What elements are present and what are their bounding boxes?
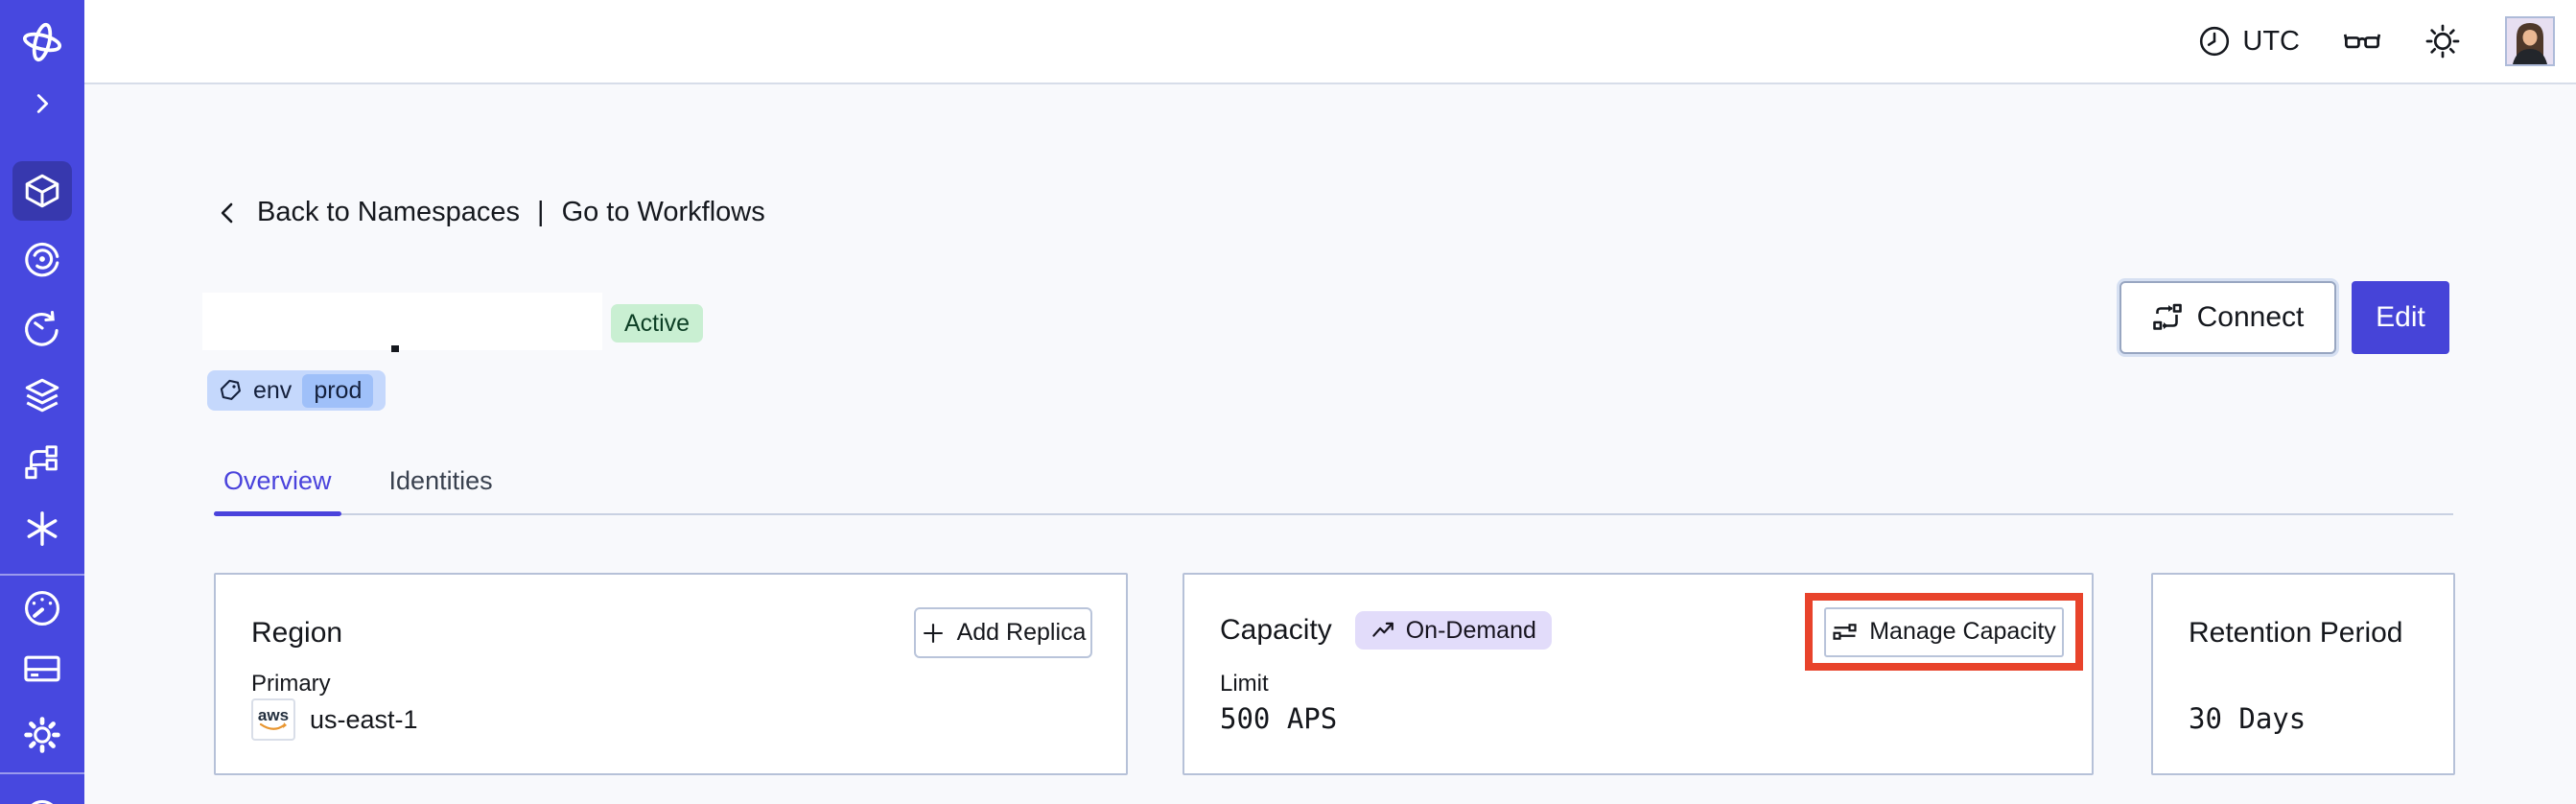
sliders-icon xyxy=(1833,624,1857,640)
tag-icon xyxy=(220,379,241,400)
ondemand-label: On-Demand xyxy=(1405,616,1536,644)
retry-clock-icon[interactable] xyxy=(19,305,65,351)
status-badge: Active xyxy=(611,304,704,343)
topbar: UTC xyxy=(84,0,2576,84)
breadcrumb-separator: | xyxy=(537,197,545,227)
connect-flow-icon xyxy=(2152,303,2182,330)
region-card-title: Region xyxy=(251,617,343,649)
plus-icon xyxy=(923,623,943,643)
add-replica-button[interactable]: Add Replica xyxy=(914,607,1092,658)
retention-card-title: Retention Period xyxy=(2189,617,2403,649)
connect-button[interactable]: Connect xyxy=(2119,281,2336,354)
manage-capacity-button[interactable]: Manage Capacity xyxy=(1824,606,2064,657)
sun-icon[interactable] xyxy=(2424,23,2461,59)
tab-identities[interactable]: Identities xyxy=(380,466,503,513)
add-replica-label: Add Replica xyxy=(956,619,1087,646)
limit-value: 500 APS xyxy=(1220,702,1338,735)
capacity-card: Capacity On-Demand Manage Capacity Limit… xyxy=(1183,573,2094,775)
user-avatar[interactable] xyxy=(2505,16,2555,66)
manage-capacity-label: Manage Capacity xyxy=(1869,618,2056,645)
region-value-row: aws us-east-1 xyxy=(251,698,418,741)
breadcrumb: Back to Namespaces | Go to Workflows xyxy=(215,197,765,228)
app-root: UTC Back to Namespaces | Go to Workflows… xyxy=(0,0,2576,804)
gear-icon[interactable] xyxy=(19,712,65,758)
timezone-selector[interactable]: UTC xyxy=(2198,25,2300,58)
asterisk-icon[interactable] xyxy=(19,506,65,552)
capacity-card-title: Capacity xyxy=(1220,614,1332,646)
text-artifact xyxy=(391,345,399,352)
namespace-tag-chip: env prod xyxy=(207,370,386,411)
clock-icon xyxy=(2200,26,2230,57)
tab-bar: Overview Identities xyxy=(214,466,2453,516)
trending-up-icon xyxy=(1371,622,1393,637)
sidebar-divider-bottom xyxy=(0,772,84,774)
edit-button[interactable]: Edit xyxy=(2352,281,2449,354)
region-card: Region Add Replica Primary aws us-east-1 xyxy=(214,573,1128,775)
tag-key: env xyxy=(253,376,293,404)
tab-overview[interactable]: Overview xyxy=(214,466,341,516)
branch-icon[interactable] xyxy=(19,439,65,485)
primary-label: Primary xyxy=(251,671,331,697)
annotation-highlight-box: Manage Capacity xyxy=(1805,593,2083,671)
namespaces-cube-icon[interactable] xyxy=(19,168,65,214)
namespace-name-redacted xyxy=(202,293,602,350)
connect-label: Connect xyxy=(2196,301,2305,333)
sidebar-expand-chevron-icon[interactable] xyxy=(19,81,65,127)
layers-icon[interactable] xyxy=(19,372,65,418)
retention-value: 30 Days xyxy=(2189,702,2307,735)
back-to-namespaces-link[interactable]: Back to Namespaces xyxy=(257,197,520,228)
glasses-icon[interactable] xyxy=(2344,23,2380,59)
aws-word: aws xyxy=(257,705,290,724)
timezone-label: UTC xyxy=(2242,25,2300,57)
credit-card-icon[interactable] xyxy=(19,646,65,692)
sidebar xyxy=(0,0,84,804)
chevron-left-icon[interactable] xyxy=(215,201,240,225)
eye-spiral-icon[interactable] xyxy=(19,236,65,282)
aws-logo: aws xyxy=(251,698,295,741)
retention-card: Retention Period 30 Days xyxy=(2151,573,2455,775)
tag-value: prod xyxy=(302,373,374,408)
ondemand-badge: On-Demand xyxy=(1354,611,1552,650)
temporal-logo[interactable] xyxy=(19,19,65,65)
go-to-workflows-link[interactable]: Go to Workflows xyxy=(562,197,765,228)
capacity-title-row: Capacity On-Demand xyxy=(1220,611,1552,650)
aws-smile-icon xyxy=(259,721,287,730)
gauge-icon[interactable] xyxy=(19,585,65,631)
sidebar-divider xyxy=(0,574,84,576)
limit-label: Limit xyxy=(1220,671,1269,697)
partial-circle-icon[interactable] xyxy=(19,794,65,804)
region-value: us-east-1 xyxy=(310,704,418,734)
